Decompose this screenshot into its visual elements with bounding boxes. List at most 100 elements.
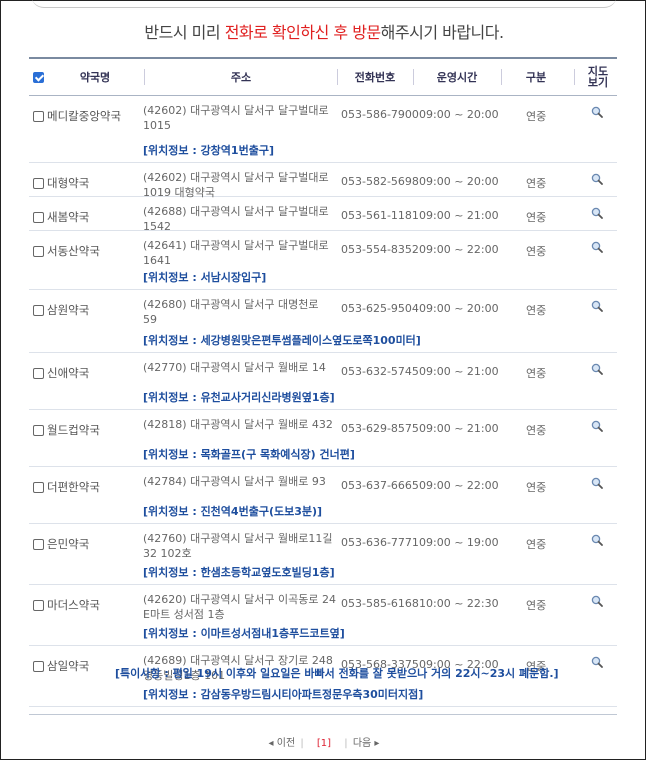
table-row: 메디칼중앙약국 (42602) 대구광역시 달서구 달구벌대로 1015 053-58… [29, 96, 617, 163]
address-cell: (42602) 대구광역시 달서구 달구벌대로 1019 대형약국 [143, 170, 338, 200]
pharmacy-name-cell: 월드컵약국 [33, 422, 100, 438]
pharmacy-name-cell: 서동산약국 [33, 243, 100, 259]
prev-page-link[interactable]: ◂ 이전 [269, 738, 296, 749]
category: 연중 [526, 424, 547, 437]
operating-hours: 09:00 ~ 21:00 [419, 422, 499, 435]
table-row: 월드컵약국 (42818) 대구광역시 달서구 월배로 432 053-629-85… [29, 410, 617, 467]
address-line-1: (42680) 대구광역시 달서구 대명천로 [143, 298, 319, 311]
operating-hours: 09:00 ~ 22:00 [419, 243, 499, 256]
address-line-1: (42602) 대구광역시 달서구 달구벌대로 [143, 171, 329, 184]
pharmacy-name-cell: 신애약국 [33, 365, 89, 381]
notice-text-1: 반드시 미리 [144, 23, 225, 42]
address-cell: (42602) 대구광역시 달서구 달구벌대로 1015 [143, 103, 338, 133]
table-body: 메디칼중앙약국 (42602) 대구광역시 달서구 달구벌대로 1015 053-58… [29, 96, 617, 707]
special-note: [특이사항 : 평일 19시 이후와 일요일은 바빠서 전화를 잘 못받으나 거… [115, 667, 559, 680]
row-checkbox[interactable] [33, 304, 44, 316]
row-checkbox[interactable] [33, 599, 44, 611]
pharmacy-name: 신애약국 [47, 366, 90, 380]
address-cell: (42770) 대구광역시 달서구 월배로 14 [143, 360, 338, 375]
map-view-button[interactable] [591, 241, 603, 253]
operating-hours: 10:00 ~ 22:30 [419, 597, 499, 610]
header-phone: 전화번호 [354, 70, 396, 84]
location-info: [위치정보 : 유천교사거리신라병원옆1층] [143, 391, 335, 404]
address-cell: (42680) 대구광역시 달서구 대명천로 59 [143, 297, 338, 327]
row-checkbox[interactable] [33, 177, 44, 189]
magnifier-icon [591, 656, 603, 668]
operating-hours: 09:00 ~ 19:00 [419, 536, 499, 549]
map-view-button[interactable] [591, 656, 603, 668]
pagination: ◂ 이전 | [1] | 다음 ▸ [1, 734, 646, 749]
table-row: 마더스약국 (42620) 대구광역시 달서구 이곡동로 24 E마트 성서점 1층… [29, 585, 617, 646]
phone-number: 053-554-8352 [341, 243, 419, 256]
header-separator [574, 69, 575, 85]
address-line-2: 1015 [143, 119, 171, 132]
table-row: 더편한약국 (42784) 대구광역시 달서구 월배로 93 053-637-666… [29, 467, 617, 524]
map-view-button[interactable] [591, 534, 603, 546]
address-cell: (42641) 대구광역시 달서구 달구벌대로 1641 [143, 238, 338, 268]
operating-hours: 09:00 ~ 22:00 [419, 479, 499, 492]
magnifier-icon [591, 534, 603, 546]
address-line-1: (42818) 대구광역시 달서구 월배로 432 [143, 418, 333, 431]
row-checkbox[interactable] [33, 245, 44, 257]
map-view-button[interactable] [591, 595, 603, 607]
category: 연중 [526, 245, 547, 258]
operating-hours: 09:00 ~ 20:00 [419, 108, 499, 121]
row-checkbox[interactable] [33, 367, 44, 379]
pharmacy-name: 삼일약국 [47, 659, 90, 673]
pharmacy-name: 대형약국 [47, 176, 90, 190]
table-row: 은민약국 (42760) 대구광역시 달서구 월배로11길 32 102호 053-6… [29, 524, 617, 585]
map-view-button[interactable] [591, 477, 603, 489]
pharmacy-name-cell: 삼원약국 [33, 302, 89, 318]
operating-hours: 09:00 ~ 21:00 [419, 365, 499, 378]
map-view-button[interactable] [591, 173, 603, 185]
map-view-button[interactable] [591, 207, 603, 219]
operating-hours: 09:00 ~ 20:00 [419, 302, 499, 315]
row-checkbox[interactable] [33, 211, 44, 223]
location-info: [위치정보 : 서남시장입구] [143, 271, 267, 284]
address-line-1: (42688) 대구광역시 달서구 달구벌대로 [143, 205, 329, 218]
category: 연중 [526, 110, 547, 123]
row-checkbox[interactable] [33, 424, 44, 436]
category: 연중 [526, 367, 547, 380]
category: 연중 [526, 211, 547, 224]
pharmacy-name: 마더스약국 [47, 598, 100, 612]
header-address: 주소 [230, 70, 252, 84]
next-page-link[interactable]: 다음 ▸ [353, 738, 380, 749]
address-line-2: 59 [143, 313, 157, 326]
table-row: 삼원약국 (42680) 대구광역시 달서구 대명천로 59 053-625-9504… [29, 290, 617, 353]
page-frame: 반드시 미리 전화로 확인하신 후 방문해주시기 바랍니다. 약국명 주소 전화… [0, 0, 646, 760]
row-checkbox[interactable] [33, 110, 44, 122]
map-view-button[interactable] [591, 363, 603, 375]
map-view-button[interactable] [591, 420, 603, 432]
phone-number: 053-586-7900 [341, 108, 419, 121]
row-checkbox[interactable] [33, 481, 44, 493]
map-view-button[interactable] [591, 300, 603, 312]
pharmacy-name: 새봄약국 [47, 210, 90, 224]
operating-hours: 09:00 ~ 21:00 [419, 209, 499, 222]
address-cell: (42818) 대구광역시 달서구 월배로 432 [143, 417, 338, 432]
category: 연중 [526, 538, 547, 551]
select-all-checkbox[interactable] [32, 71, 44, 83]
location-info: [위치정보 : 진천역4번출구(도보3분)] [143, 505, 323, 518]
table-row: 신애약국 (42770) 대구광역시 달서구 월배로 14 053-632-5745… [29, 353, 617, 410]
address-line-1: (42784) 대구광역시 달서구 월배로 93 [143, 475, 326, 488]
magnifier-icon [591, 420, 603, 432]
current-page[interactable]: [1] [317, 738, 331, 749]
magnifier-icon [591, 173, 603, 185]
category: 연중 [526, 177, 547, 190]
phone-number: 053-636-7771 [341, 536, 419, 549]
row-checkbox[interactable] [33, 660, 44, 672]
location-info: [위치정보 : 세강병원맞은편투썸플레이스옆도로쪽100미터] [143, 334, 421, 347]
row-checkbox[interactable] [33, 538, 44, 550]
address-cell: (42784) 대구광역시 달서구 월배로 93 [143, 474, 338, 489]
location-info: [위치정보 : 목화골프(구 목화예식장) 건너편] [143, 448, 355, 461]
header-map-line2: 보기 [587, 76, 609, 89]
location-info: [위치정보 : 감삼동우방드림시티아파트정문우측30미터지점] [143, 688, 424, 701]
address-cell: (42620) 대구광역시 달서구 이곡동로 24 E마트 성서점 1층 [143, 592, 338, 622]
location-info: [위치정보 : 한샘초등학교옆도호빌딩1층] [143, 566, 335, 579]
phone-number: 053-625-9504 [341, 302, 419, 315]
location-info: [위치정보 : 이마트성서점내1층푸드코트옆] [143, 627, 345, 640]
pharmacy-name: 메디칼중앙약국 [47, 109, 122, 123]
map-view-button[interactable] [591, 106, 603, 118]
phone-number: 053-561-1181 [341, 209, 419, 222]
